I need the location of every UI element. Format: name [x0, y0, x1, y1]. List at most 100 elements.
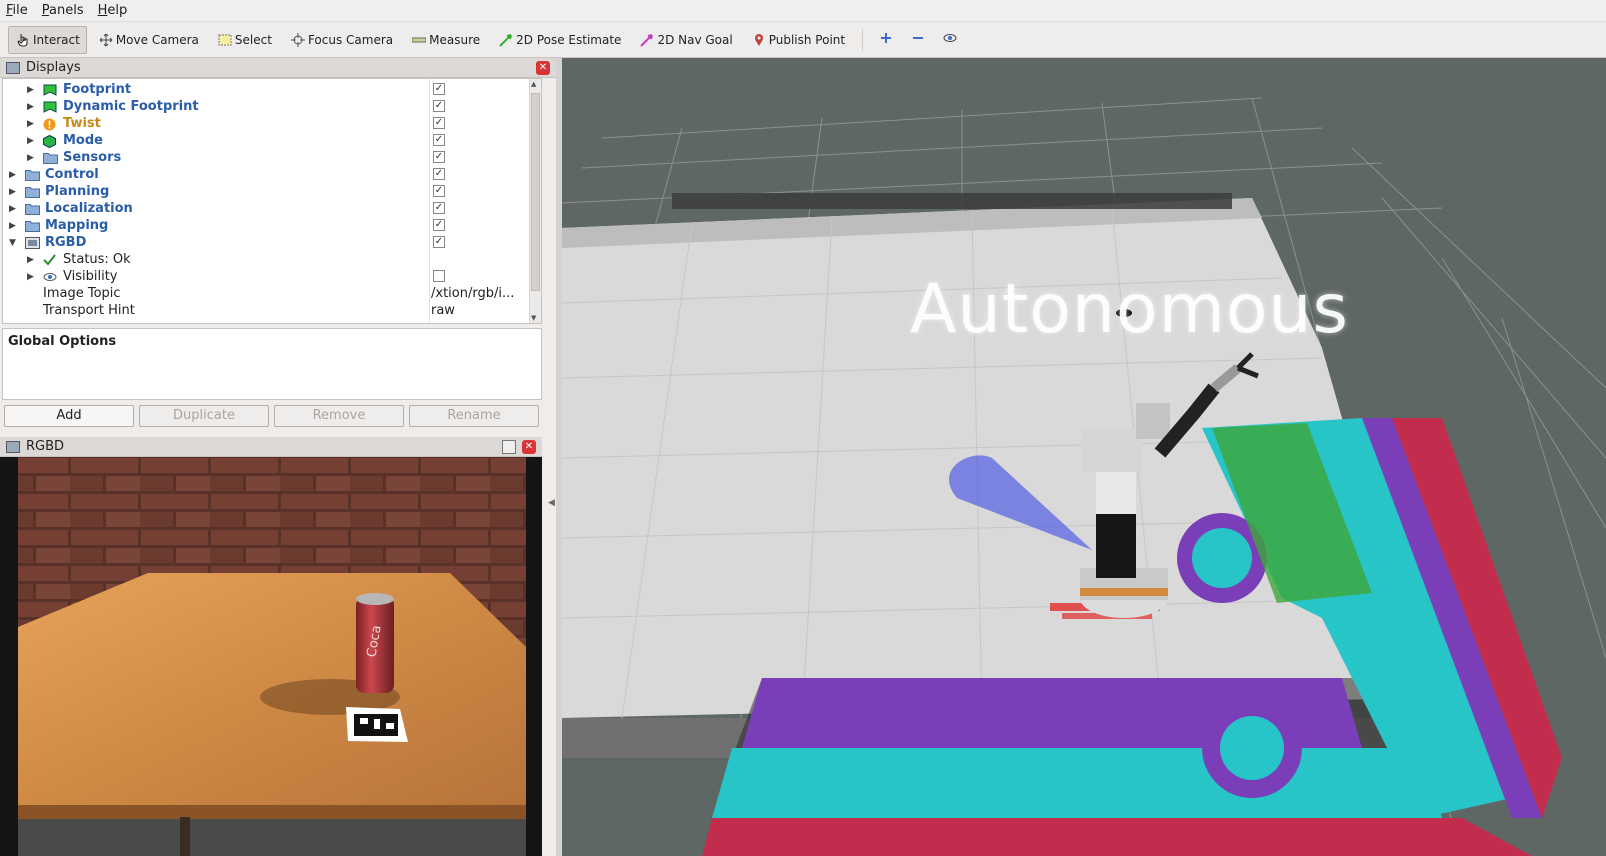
enable-checkbox[interactable]: ✓ [433, 168, 445, 180]
tree-row-status[interactable]: ▶ Status: Ok [3, 251, 529, 268]
folder-icon [25, 169, 40, 181]
menu-bar: File Panels Help [0, 0, 1606, 22]
tree-row-footprint[interactable]: ▶ Footprint ✓ [3, 81, 529, 98]
tree-label: Visibility [63, 269, 118, 284]
tree-row-transport-hint[interactable]: Transport Hint raw [3, 302, 529, 319]
move-camera-tool-button[interactable]: Move Camera [91, 26, 206, 54]
collapse-dock-icon[interactable]: ◀ [548, 498, 555, 508]
close-rgbd-button[interactable]: ✕ [522, 440, 536, 454]
tree-label: RGBD [45, 235, 87, 250]
tree-scrollbar[interactable]: ▲ ▼ [529, 79, 541, 323]
remove-tool-button[interactable] [903, 26, 933, 54]
scroll-down-icon[interactable]: ▼ [531, 314, 536, 322]
expand-arrow-icon[interactable]: ▶ [9, 221, 19, 231]
folder-icon [25, 220, 40, 232]
checkmark-icon [43, 253, 57, 266]
eye-icon [942, 31, 958, 48]
interact-tool-button[interactable]: Interact [8, 25, 87, 54]
enable-checkbox[interactable]: ✓ [433, 185, 445, 197]
render-view-3d[interactable]: Autonomous [562, 58, 1606, 856]
tree-row-mapping[interactable]: ▶ Mapping ✓ [3, 217, 529, 234]
close-displays-button[interactable]: ✕ [536, 61, 550, 75]
tree-row-image-topic[interactable]: Image Topic /xtion/rgb/i... [3, 285, 529, 302]
tree-label: Footprint [63, 82, 132, 97]
collapse-arrow-icon[interactable]: ▼ [9, 238, 19, 248]
camera-image-icon [25, 236, 40, 249]
tool-properties-button[interactable] [935, 26, 965, 54]
ruler-icon [411, 32, 427, 48]
tree-row-control[interactable]: ▶ Control ✓ [3, 166, 529, 183]
menu-help[interactable]: Help [98, 3, 128, 18]
measure-tool-button[interactable]: Measure [404, 26, 487, 54]
enable-checkbox[interactable]: ✓ [433, 219, 445, 231]
folder-icon [25, 186, 40, 198]
image-topic-value[interactable]: /xtion/rgb/i... [431, 286, 514, 301]
tree-row-visibility[interactable]: ▶ Visibility [3, 268, 529, 285]
expand-arrow-icon[interactable]: ▶ [27, 119, 37, 129]
enable-checkbox[interactable]: ✓ [433, 117, 445, 129]
expand-arrow-icon[interactable]: ▶ [27, 153, 37, 163]
expand-arrow-icon[interactable]: ▶ [27, 102, 37, 112]
menu-file[interactable]: File [6, 3, 28, 18]
add-tool-button[interactable] [871, 26, 901, 54]
menu-panels[interactable]: Panels [42, 3, 84, 18]
tree-row-planning[interactable]: ▶ Planning ✓ [3, 183, 529, 200]
expand-arrow-icon[interactable]: ▶ [9, 204, 19, 214]
visibility-checkbox[interactable] [433, 270, 445, 282]
expand-arrow-icon[interactable]: ▶ [27, 136, 37, 146]
duplicate-button[interactable]: Duplicate [139, 405, 269, 427]
tree-row-sensors[interactable]: ▶ Sensors ✓ [3, 149, 529, 166]
scrollbar-thumb[interactable] [531, 93, 540, 291]
warning-icon [43, 118, 57, 130]
enable-checkbox[interactable]: ✓ [433, 236, 445, 248]
publish-point-tool-button[interactable]: Publish Point [744, 26, 852, 54]
nav-goal-label: 2D Nav Goal [657, 32, 733, 47]
focus-camera-tool-button[interactable]: Focus Camera [283, 26, 400, 54]
folder-icon [43, 152, 58, 164]
polygon-icon [43, 84, 57, 96]
tree-row-localization[interactable]: ▶ Localization ✓ [3, 200, 529, 217]
add-button[interactable]: Add [4, 405, 134, 427]
3d-scene [562, 97, 1606, 856]
move-arrows-icon [98, 32, 114, 48]
hand-pointer-icon [15, 32, 31, 48]
tree-row-twist[interactable]: ▶ Twist ✓ [3, 115, 529, 132]
green-arrow-icon [498, 32, 514, 48]
enable-checkbox[interactable]: ✓ [433, 151, 445, 163]
pose-estimate-tool-button[interactable]: 2D Pose Estimate [491, 26, 628, 54]
expand-arrow-icon[interactable]: ▶ [9, 170, 19, 180]
toolbar: Interact Move Camera Select Focus Camera… [0, 22, 1606, 58]
polygon-icon [43, 101, 57, 113]
expand-arrow-icon[interactable]: ▶ [27, 85, 37, 95]
transport-hint-value[interactable]: raw [431, 303, 455, 318]
displays-title: Displays [26, 60, 81, 75]
select-tool-button[interactable]: Select [210, 26, 279, 54]
scroll-up-icon[interactable]: ▲ [531, 80, 536, 88]
enable-checkbox[interactable]: ✓ [433, 100, 445, 112]
tree-label: Image Topic [43, 286, 121, 301]
rename-button[interactable]: Rename [409, 405, 539, 427]
tree-row-rgbd[interactable]: ▼ RGBD ✓ [3, 234, 529, 251]
remove-button[interactable]: Remove [274, 405, 404, 427]
expand-arrow-icon[interactable]: ▶ [27, 272, 37, 282]
tree-label: Status: Ok [63, 252, 131, 267]
minus-icon [911, 31, 925, 48]
enable-checkbox[interactable]: ✓ [433, 134, 445, 146]
cube-icon [43, 134, 57, 148]
tree-row-mode[interactable]: ▶ Mode ✓ [3, 132, 529, 149]
left-dock: Displays ✕ ▶ Footprint ✓ ▶ Dynamic Footp… [0, 58, 556, 856]
enable-checkbox[interactable]: ✓ [433, 202, 445, 214]
expand-arrow-icon[interactable]: ▶ [9, 187, 19, 197]
folder-icon [25, 203, 40, 215]
tree-label: Planning [45, 184, 110, 199]
measure-label: Measure [429, 32, 481, 47]
undock-button[interactable] [502, 440, 516, 454]
toolbar-separator [862, 28, 864, 51]
move-camera-label: Move Camera [115, 32, 199, 47]
enable-checkbox[interactable]: ✓ [433, 83, 445, 95]
tree-row-dynamic-footprint[interactable]: ▶ Dynamic Footprint ✓ [3, 98, 529, 115]
expand-arrow-icon[interactable]: ▶ [27, 255, 37, 265]
nav-goal-tool-button[interactable]: 2D Nav Goal [632, 26, 739, 54]
camera-scene: Coca [0, 457, 542, 856]
publish-point-label: Publish Point [768, 32, 846, 47]
